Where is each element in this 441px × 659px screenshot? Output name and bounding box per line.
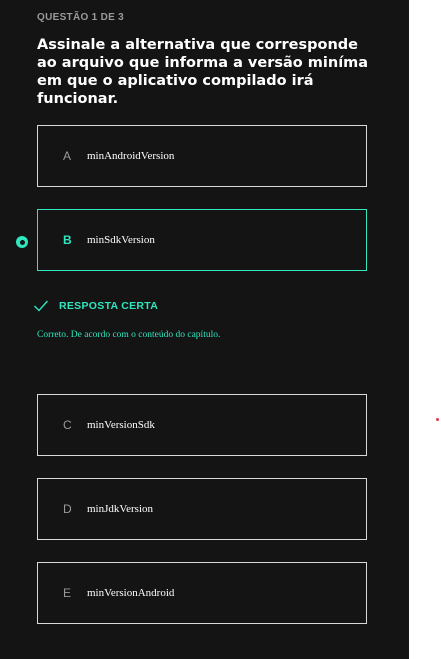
page: QUESTÃO 1 DE 3 Assinale a alternativa qu…: [0, 0, 441, 659]
option-a[interactable]: A minAndroidVersion: [37, 125, 367, 187]
feedback-text: Correto. De acordo com o conteúdo do cap…: [37, 330, 221, 340]
option-d[interactable]: D minJdkVersion: [37, 478, 367, 540]
option-letter: B: [63, 233, 72, 247]
feedback-label: RESPOSTA CERTA: [59, 300, 159, 312]
option-letter: C: [63, 418, 72, 432]
marker-dot: [436, 418, 439, 421]
question-text: Assinale a alternativa que corresponde a…: [37, 37, 369, 107]
option-text: minVersionAndroid: [87, 587, 175, 599]
option-b[interactable]: B minSdkVersion: [37, 209, 367, 271]
option-letter: D: [63, 502, 72, 516]
option-text: minJdkVersion: [87, 503, 153, 515]
check-icon: [34, 300, 49, 312]
option-text: minAndroidVersion: [87, 150, 175, 162]
option-c[interactable]: C minVersionSdk: [37, 394, 367, 456]
question-counter: QUESTÃO 1 DE 3: [37, 12, 124, 23]
question-panel: QUESTÃO 1 DE 3 Assinale a alternativa qu…: [0, 0, 409, 659]
option-letter: E: [63, 586, 72, 600]
option-e[interactable]: E minVersionAndroid: [37, 562, 367, 624]
feedback-title: RESPOSTA CERTA: [33, 299, 158, 313]
option-letter: A: [63, 149, 72, 163]
selected-radio-icon: [16, 236, 28, 248]
option-text: minSdkVersion: [87, 234, 155, 246]
option-text: minVersionSdk: [87, 419, 155, 431]
